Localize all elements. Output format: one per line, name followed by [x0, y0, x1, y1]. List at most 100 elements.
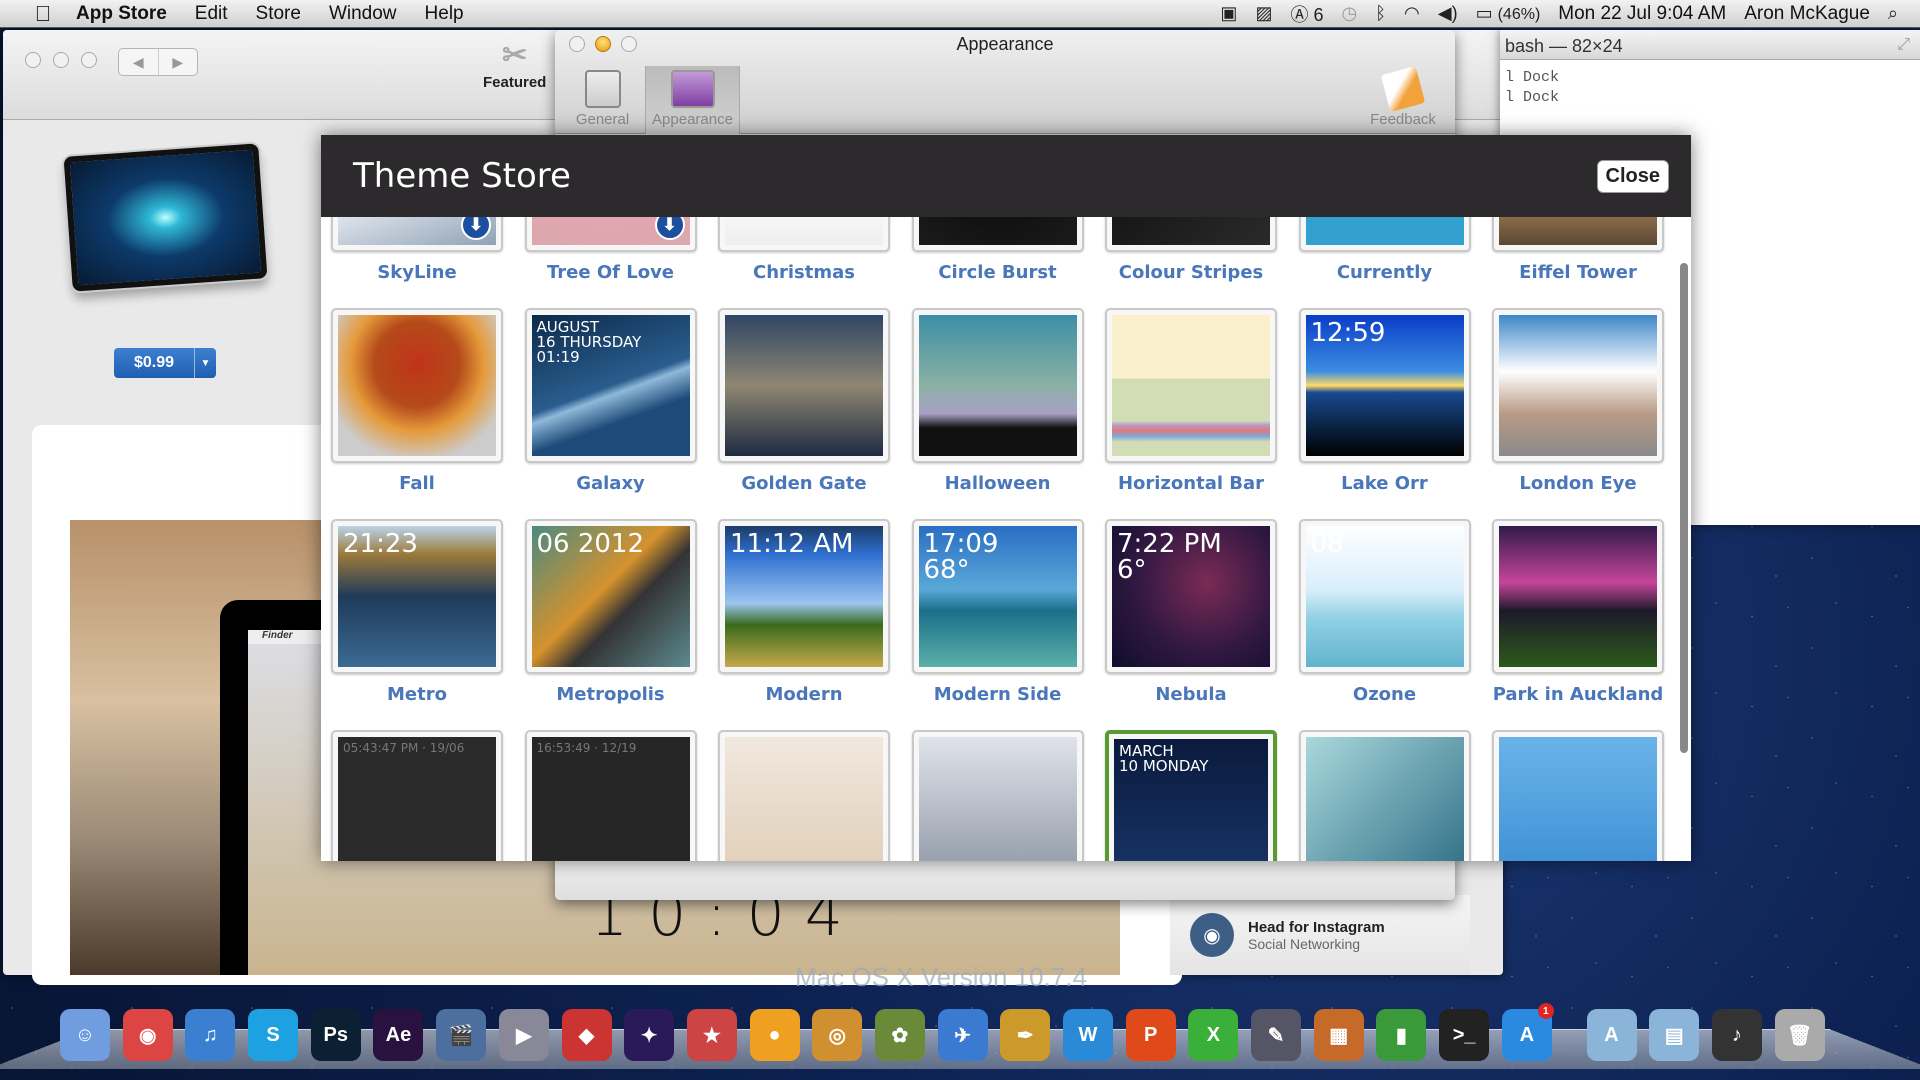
- theme-name[interactable]: Horizontal Bar: [1105, 473, 1277, 494]
- theme-tile[interactable]: 08 Ozone: [1298, 519, 1471, 730]
- theme-tile[interactable]: 02 2013 08⬇ SkyLine: [331, 217, 503, 308]
- related-app[interactable]: ◉ Head for Instagram Social Networking: [1170, 895, 1470, 975]
- spotlight-search-icon[interactable]: ⌕: [1888, 3, 1898, 24]
- theme-thumbnail[interactable]: 10 04 19: [1298, 217, 1471, 252]
- theme-thumbnail[interactable]: [718, 217, 890, 252]
- close-button[interactable]: Close: [1596, 159, 1669, 193]
- theme-tile[interactable]: Fall: [331, 308, 503, 519]
- minimize-window-button[interactable]: [53, 52, 69, 68]
- dock-imovie-icon[interactable]: 🎬: [436, 1009, 487, 1061]
- theme-tile[interactable]: 05:43:47 PM · 19/06: [331, 730, 503, 861]
- theme-thumbnail[interactable]: ⬇: [524, 217, 697, 252]
- feedback-button[interactable]: Feedback: [1363, 65, 1443, 134]
- dock-finder-icon[interactable]: ☺: [60, 1009, 110, 1061]
- dock-app-store-icon[interactable]: A1: [1501, 1003, 1554, 1061]
- dock-angry-birds-icon[interactable]: ◆: [561, 1009, 612, 1061]
- back-button[interactable]: ◀: [119, 49, 159, 75]
- dock-quill-app-icon[interactable]: ✒: [1000, 1009, 1051, 1061]
- forward-button[interactable]: ▶: [159, 49, 198, 75]
- theme-name[interactable]: Metro: [331, 684, 503, 705]
- terminal-output[interactable]: l Dock l Dock: [1500, 60, 1920, 108]
- dock-after-effects-icon[interactable]: Ae: [373, 1009, 424, 1061]
- dock-cut-the-rope-icon[interactable]: ◎: [812, 1009, 863, 1061]
- theme-thumbnail[interactable]: 08: [1298, 519, 1471, 674]
- theme-thumbnail[interactable]: [718, 730, 890, 861]
- theme-tile[interactable]: 06 2012 Metropolis: [524, 519, 697, 730]
- theme-tile[interactable]: 11:12 AM Modern: [718, 519, 890, 730]
- theme-thumbnail[interactable]: 16:53:49 · 12/19: [524, 730, 697, 861]
- time-machine-icon[interactable]: ◷: [1341, 3, 1357, 24]
- theme-tile[interactable]: 21:23 Metro: [331, 519, 503, 730]
- dock-excel-icon[interactable]: X: [1188, 1009, 1239, 1061]
- theme-name[interactable]: Colour Stripes: [1105, 262, 1277, 283]
- user-name[interactable]: Aron McKague: [1744, 3, 1870, 25]
- theme-thumbnail[interactable]: [718, 308, 890, 463]
- theme-tile[interactable]: Park in Auckland: [1492, 519, 1664, 730]
- theme-thumbnail[interactable]: [911, 217, 1084, 252]
- theme-name[interactable]: Lake Orr: [1299, 473, 1471, 494]
- theme-thumbnail[interactable]: 17:09 68°: [911, 519, 1084, 674]
- theme-tile[interactable]: 12:59 Lake Orr: [1298, 308, 1471, 519]
- theme-tile[interactable]: 7:22 PM 6° Nebula: [1105, 519, 1277, 730]
- theme-thumbnail[interactable]: 7:22 PM 6°: [1105, 519, 1277, 674]
- featured-tab[interactable]: ✂ Featured: [483, 38, 546, 91]
- theme-thumbnail[interactable]: 12:59: [1298, 308, 1471, 463]
- theme-thumbnail[interactable]: AUGUST 16 THURSDAY 01:19: [524, 308, 697, 463]
- dock-angry-birds-star-wars-icon[interactable]: ★: [686, 1009, 737, 1061]
- dock-pixelmator-icon[interactable]: ✎: [1251, 1009, 1302, 1061]
- theme-name[interactable]: Galaxy: [525, 473, 697, 494]
- theme-thumbnail[interactable]: [911, 730, 1084, 861]
- menu-store[interactable]: Store: [256, 3, 301, 25]
- volume-icon[interactable]: ◀): [1438, 3, 1458, 24]
- theme-tile[interactable]: 17:09 68° Modern Side: [911, 519, 1084, 730]
- theme-tile[interactable]: 18 Eiffel Tower: [1492, 217, 1664, 308]
- theme-tile[interactable]: AUGUST 16 THURSDAY 01:19 Galaxy: [524, 308, 697, 519]
- dock-keynote-icon[interactable]: ▦: [1313, 1009, 1364, 1061]
- dock-itunes-icon[interactable]: ♫: [185, 1009, 236, 1061]
- theme-thumbnail[interactable]: 05:43:47 PM · 19/06: [331, 730, 503, 861]
- theme-tile[interactable]: MARCH 10 MONDAY: [1105, 730, 1277, 861]
- theme-thumbnail[interactable]: [331, 308, 503, 463]
- wifi-icon[interactable]: ◠: [1404, 3, 1420, 24]
- theme-thumbnail[interactable]: 18: [1492, 217, 1664, 252]
- adobe-icon[interactable]: Ⓐ 6: [1290, 1, 1323, 27]
- activity-monitor-icon[interactable]: ▨: [1255, 3, 1272, 24]
- dock-powerpoint-icon[interactable]: P: [1125, 1009, 1176, 1061]
- menu-app-name[interactable]: App Store: [76, 3, 167, 25]
- theme-name[interactable]: Modern: [718, 684, 890, 705]
- theme-thumbnail[interactable]: 11:12 AM: [718, 519, 890, 674]
- theme-thumbnail[interactable]: 02 2013 08⬇: [331, 217, 503, 252]
- theme-name[interactable]: Ozone: [1299, 684, 1471, 705]
- dock-flight-game-icon[interactable]: ✈: [937, 1009, 988, 1061]
- theme-tile[interactable]: Halloween: [911, 308, 1084, 519]
- zoom-window-button[interactable]: [81, 52, 97, 68]
- theme-name[interactable]: SkyLine: [331, 262, 503, 283]
- dock-chrome-icon[interactable]: ◉: [122, 1009, 173, 1061]
- theme-name[interactable]: Eiffel Tower: [1492, 262, 1664, 283]
- screen-recorder-icon[interactable]: ▣: [1220, 3, 1237, 24]
- theme-thumbnail[interactable]: 21:23: [331, 519, 503, 674]
- theme-tile[interactable]: ⬇ Tree Of Love: [524, 217, 697, 308]
- theme-thumbnail[interactable]: [1298, 730, 1471, 861]
- theme-tile[interactable]: 16:53:49 · 12/19: [524, 730, 697, 861]
- theme-tile[interactable]: London Eye: [1492, 308, 1664, 519]
- dock-numbers-icon[interactable]: ▮: [1376, 1009, 1427, 1061]
- fullscreen-icon[interactable]: ⤢: [1897, 36, 1910, 54]
- theme-name[interactable]: Circle Burst: [912, 262, 1084, 283]
- theme-name[interactable]: Currently: [1299, 262, 1471, 283]
- theme-tile[interactable]: Horizontal Bar: [1105, 308, 1277, 519]
- dock-photoshop-icon[interactable]: Ps: [310, 1009, 361, 1061]
- theme-name[interactable]: Tree Of Love: [525, 262, 697, 283]
- dock-final-cut-icon[interactable]: ▶: [498, 1009, 549, 1061]
- dock-word-icon[interactable]: W: [1063, 1009, 1113, 1061]
- theme-thumbnail[interactable]: [911, 308, 1084, 463]
- theme-name[interactable]: Modern Side: [912, 684, 1084, 705]
- theme-name[interactable]: Halloween: [912, 473, 1084, 494]
- theme-grid-scrollbar[interactable]: [1680, 263, 1688, 753]
- dock-angry-birds-space-icon[interactable]: ✦: [624, 1009, 675, 1061]
- dock-documents-folder-icon[interactable]: ▤: [1649, 1009, 1700, 1061]
- clock[interactable]: Mon 22 Jul 9:04 AM: [1558, 3, 1726, 25]
- bluetooth-icon[interactable]: ᛒ: [1375, 3, 1386, 24]
- menu-edit[interactable]: Edit: [195, 3, 228, 25]
- tab-general[interactable]: General: [565, 66, 640, 134]
